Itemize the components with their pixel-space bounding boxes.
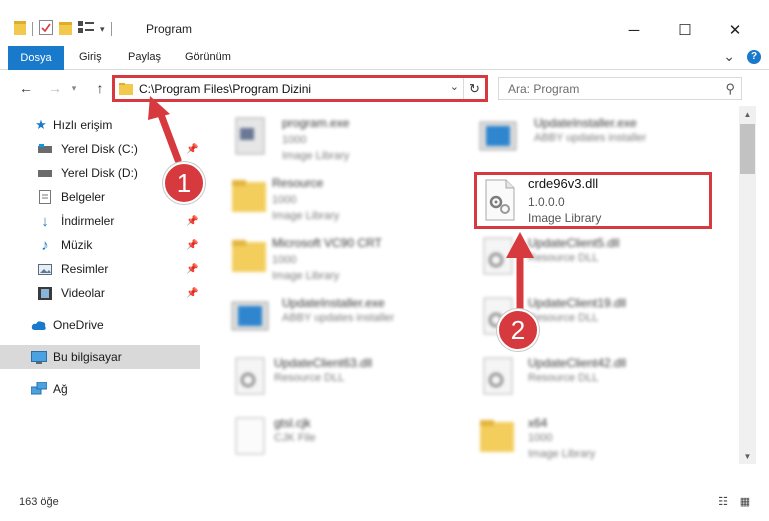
arrow-1	[148, 96, 182, 164]
step-1-badge: 1	[163, 162, 205, 204]
arrow-2	[506, 232, 534, 316]
annotation-arrows	[148, 96, 534, 316]
step-2-badge: 2	[497, 309, 539, 351]
